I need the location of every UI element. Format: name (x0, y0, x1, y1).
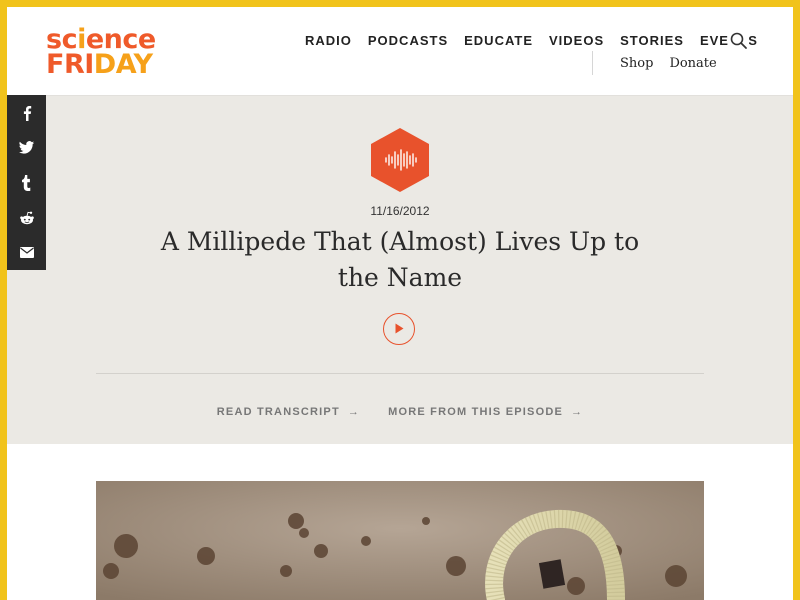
nav-item-educate[interactable]: EDUCATE (464, 33, 533, 48)
email-icon (19, 247, 34, 258)
science-friday-logo[interactable]: science FRIDAY (46, 26, 186, 80)
arrow-right-icon: → (571, 406, 584, 418)
millipede-photo (96, 481, 704, 600)
search-icon (730, 32, 747, 49)
nav-item-shop[interactable]: Shop (620, 56, 653, 71)
share-tumblr-button[interactable] (7, 165, 46, 200)
share-twitter-button[interactable] (7, 130, 46, 165)
more-from-episode-link[interactable]: MORE FROM THIS EPISODE → (388, 406, 583, 418)
hero-divider (96, 373, 704, 374)
segment-links: READ TRANSCRIPT → MORE FROM THIS EPISODE → (7, 402, 793, 420)
site-header: science FRIDAY RADIO PODCASTS EDUCATE VIDEO… (7, 7, 793, 96)
share-reddit-button[interactable] (7, 200, 46, 235)
share-facebook-button[interactable] (7, 95, 46, 130)
play-button[interactable] (383, 313, 415, 345)
logo-line-friday: FRIDAY (46, 49, 153, 80)
nav-item-videos[interactable]: VIDEOS (549, 33, 604, 48)
more-from-episode-label: MORE FROM THIS EPISODE (388, 406, 564, 418)
search-button[interactable] (729, 31, 749, 51)
subnav-divider (592, 51, 593, 75)
read-transcript-label: READ TRANSCRIPT (216, 406, 340, 418)
nav-item-podcasts[interactable]: PODCASTS (368, 33, 448, 48)
segment-hero: 11/16/2012 A Millipede That (Almost) Liv… (7, 96, 793, 444)
share-email-button[interactable] (7, 235, 46, 270)
nav-item-radio[interactable]: RADIO (305, 33, 352, 48)
main-nav: RADIOPODCASTSEDUCATEVIDEOSSTORIESEVENTS (305, 32, 793, 52)
arrow-right-icon: → (347, 406, 361, 418)
millipede-photo-image (96, 481, 704, 600)
audio-waveform-icon (371, 128, 429, 192)
read-transcript-link[interactable]: READ TRANSCRIPT → (217, 406, 360, 418)
twitter-icon (18, 140, 35, 154)
page-frame: science FRIDAY RADIO PODCASTS EDUCATE VIDEO… (7, 7, 793, 600)
nav-item-stories[interactable]: STORIES (620, 33, 684, 48)
nav-item-donate[interactable]: Donate (669, 56, 716, 71)
facebook-icon (23, 105, 31, 121)
play-icon (395, 323, 404, 334)
share-bar (7, 95, 46, 270)
reddit-icon (19, 211, 34, 224)
sub-nav: Shop Donate (620, 54, 733, 72)
segment-date: 11/16/2012 (370, 204, 430, 218)
segment-title: A Millipede That (Almost) Lives Up to th… (160, 227, 640, 292)
tumblr-icon (22, 174, 31, 191)
